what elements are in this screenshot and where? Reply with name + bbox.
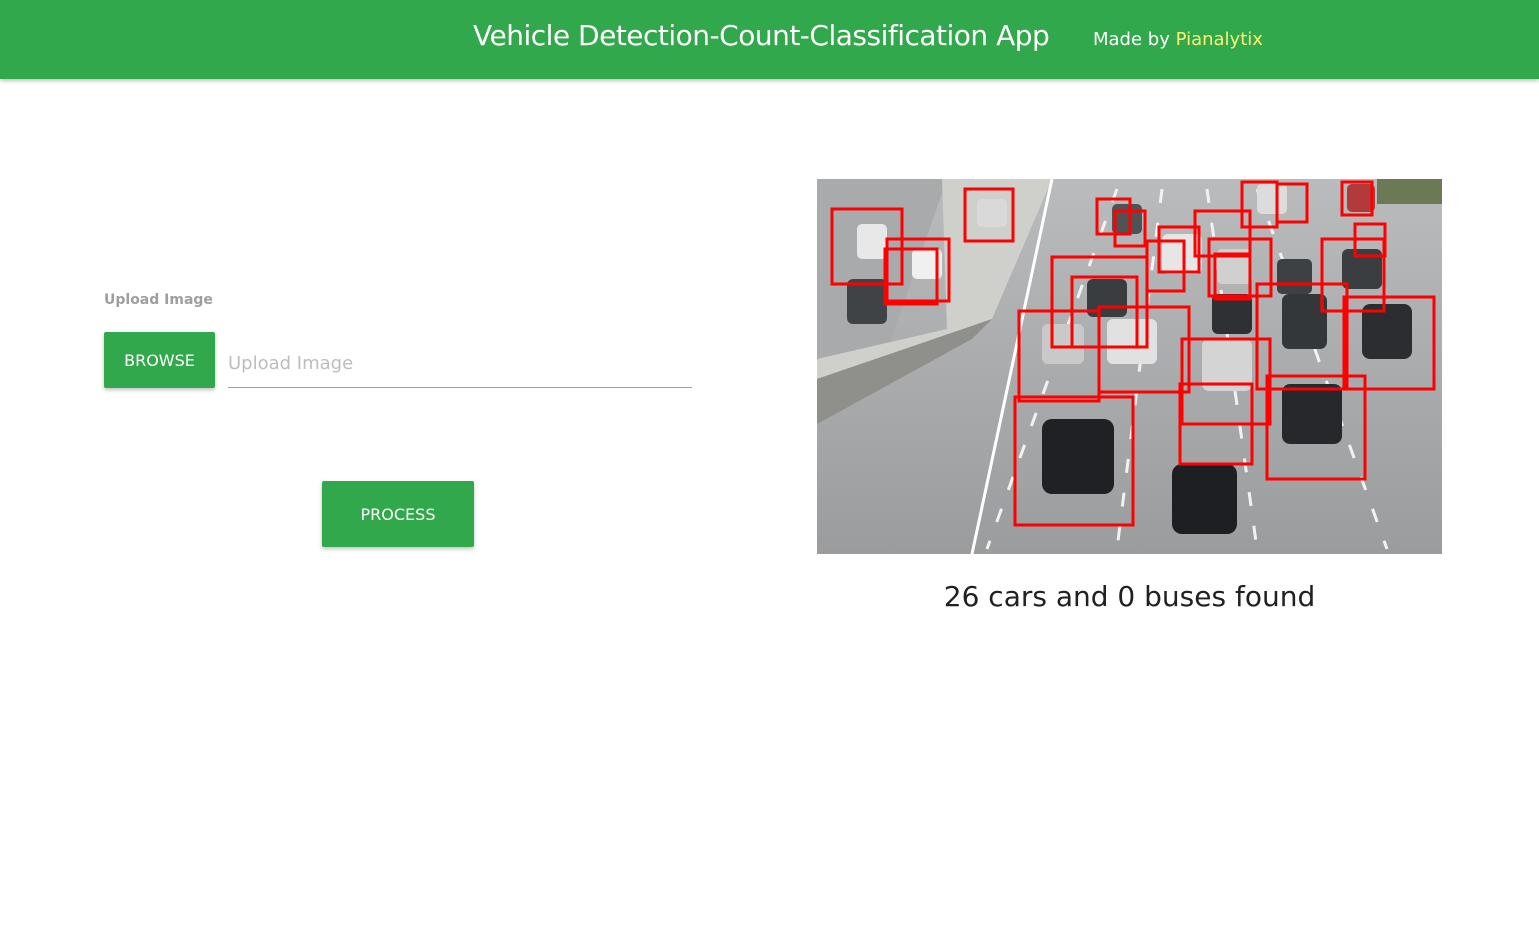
app-title: Vehicle Detection-Count-Classification A…	[473, 19, 1050, 52]
detection-result-text: 26 cars and 0 buses found	[943, 580, 1316, 613]
upload-image-label: Upload Image	[104, 292, 213, 308]
browse-button[interactable]: BROWSE	[104, 332, 215, 388]
brand-link[interactable]: Pianalytix	[1176, 29, 1263, 50]
file-path-input[interactable]	[228, 340, 692, 388]
made-by-credit: Made by Pianalytix	[1093, 29, 1263, 50]
navbar: Vehicle Detection-Count-Classification A…	[0, 0, 1539, 79]
result-image	[817, 179, 1442, 554]
process-button[interactable]: PROCESS	[322, 481, 474, 547]
foliage	[1377, 179, 1442, 204]
made-by-prefix: Made by	[1093, 29, 1170, 50]
